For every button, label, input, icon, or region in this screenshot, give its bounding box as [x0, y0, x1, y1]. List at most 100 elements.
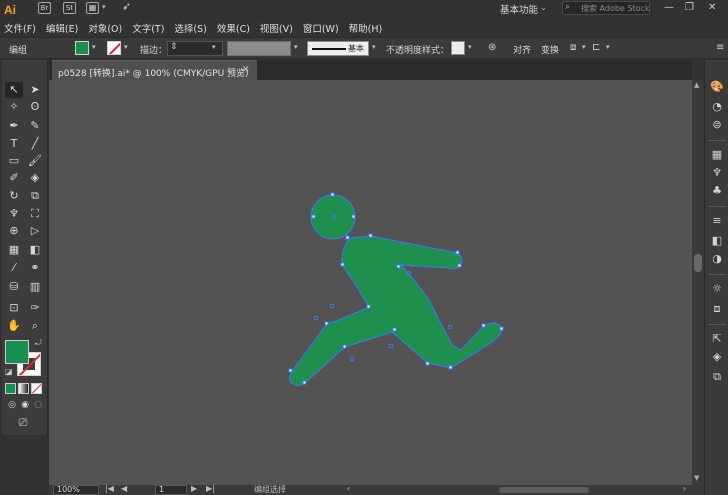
menu-select[interactable]: 选择(S) [174, 21, 206, 35]
menu-window[interactable]: 窗口(W) [303, 21, 339, 35]
vertical-scroll-thumb[interactable] [694, 254, 702, 272]
rotate-tool-icon[interactable]: ↻ [5, 188, 23, 204]
menu-edit[interactable]: 编辑(E) [46, 21, 78, 35]
curvature-tool-icon[interactable]: ✎ [26, 118, 44, 134]
gradient-tool-icon[interactable]: ◧ [26, 242, 44, 258]
fill-color-swatch[interactable] [75, 41, 89, 55]
brush-caret-icon[interactable]: ▾ [372, 43, 376, 51]
arrange-caret-icon[interactable]: ▾ [102, 3, 106, 11]
slice-tool-icon[interactable]: ✑ [26, 300, 44, 316]
scale-tool-icon[interactable]: ⧉ [26, 188, 44, 204]
toolbar-fill-swatch[interactable] [5, 340, 29, 364]
eyedropper-tool-icon[interactable]: ⁄ [5, 260, 23, 276]
gradient-panel-icon[interactable]: ◧ [710, 234, 724, 248]
recolor-artwork-icon[interactable]: ⊛ [488, 42, 496, 53]
pen-tool-icon[interactable]: ✒ [5, 118, 23, 134]
transparency-panel-icon[interactable]: ◑ [710, 252, 724, 266]
line-tool-icon[interactable]: ╱ [26, 136, 44, 152]
rectangle-tool-icon[interactable]: ▭ [5, 153, 23, 169]
warp-tool-icon[interactable]: ♆ [5, 206, 23, 222]
minimize-button[interactable]: — [664, 2, 674, 13]
first-artboard-button[interactable]: |◀ [105, 484, 114, 493]
shaper-tool-icon[interactable]: ✐ [5, 170, 23, 186]
stock-search-input[interactable]: ⌕ 搜索 Adobe Stock [562, 1, 650, 15]
none-mode-icon[interactable] [31, 383, 42, 394]
document-tab[interactable]: p0528 [转换].ai* @ 100% (CMYK/GPU 预览) ✕ [52, 60, 257, 80]
running-figure-artwork[interactable] [49, 80, 692, 485]
profile-caret-icon[interactable]: ▾ [294, 43, 298, 51]
stroke-caret-icon[interactable]: ▾ [124, 43, 128, 51]
arrange-icon[interactable]: ⊏ [592, 42, 600, 53]
scroll-down-icon[interactable]: ▼ [694, 474, 699, 482]
paintbrush-tool-icon[interactable]: 🖌 [26, 153, 44, 169]
export-panel-icon[interactable]: ⇱ [710, 332, 724, 346]
menu-help[interactable]: 帮助(H) [349, 21, 383, 35]
arrange-documents-icon[interactable]: ▦ [86, 2, 99, 14]
restore-button[interactable]: ❐ [685, 2, 694, 13]
variable-width-profile[interactable] [227, 41, 291, 56]
isolate-caret-icon[interactable]: ▾ [582, 43, 586, 51]
brush-definition[interactable]: 基本 [307, 41, 369, 56]
graphic-style-swatch[interactable] [451, 41, 465, 55]
chevron-down-icon[interactable]: ⌄ [540, 3, 547, 12]
vertical-scrollbar[interactable]: ▲ ▼ [692, 80, 704, 485]
symbol-sprayer-tool-icon[interactable]: ⛁ [5, 279, 23, 295]
style-caret-icon[interactable]: ▾ [468, 43, 472, 51]
close-icon[interactable]: ✕ [242, 65, 250, 75]
next-artboard-button[interactable]: ▶ [191, 484, 197, 493]
stroke-label[interactable]: 描边： [140, 43, 167, 56]
menu-file[interactable]: 文件(F) [4, 21, 36, 35]
layers-panel-icon[interactable]: ◈ [710, 350, 724, 364]
color-panel-icon[interactable]: 🎨 [710, 80, 724, 94]
magic-wand-tool-icon[interactable]: ✧ [5, 99, 23, 115]
zoom-level-input[interactable]: 100% [53, 485, 99, 495]
color-guide-icon[interactable]: ◔ [710, 100, 724, 114]
stroke-color-swatch[interactable] [107, 41, 121, 55]
artboard-tool-icon[interactable]: ⊡ [5, 300, 23, 316]
draw-inside-icon[interactable]: ○ [29, 397, 47, 413]
previous-artboard-button[interactable]: ◀ [121, 484, 127, 493]
direct-selection-tool-icon[interactable]: ➤ [26, 82, 44, 98]
opacity-label[interactable]: 不透明度 [386, 43, 422, 56]
selection-tool-icon[interactable]: ↖ [5, 82, 23, 98]
menu-type[interactable]: 文字(T) [132, 21, 164, 35]
mesh-tool-icon[interactable]: ▦ [5, 242, 23, 258]
scroll-up-icon[interactable]: ▲ [694, 81, 699, 89]
scroll-right-icon[interactable]: › [683, 484, 686, 493]
type-tool-icon[interactable]: T [5, 136, 23, 152]
transform-button[interactable]: 变换 [541, 43, 559, 56]
eraser-tool-icon[interactable]: ◈ [26, 170, 44, 186]
artboards-panel-icon[interactable]: ⧉ [710, 370, 724, 384]
lasso-tool-icon[interactable]: ʘ [26, 99, 44, 115]
zoom-tool-icon[interactable]: ⌕ [26, 318, 44, 334]
hand-tool-icon[interactable]: ✋ [5, 318, 23, 334]
stepper-icon[interactable]: ⇕ [170, 42, 178, 52]
shape-builder-tool-icon[interactable]: ⊕ [5, 223, 23, 239]
cc-libraries-icon[interactable]: ⊜ [710, 118, 724, 132]
fill-caret-icon[interactable]: ▾ [92, 43, 96, 51]
align-button[interactable]: 对齐 [513, 43, 531, 56]
artboard-number-input[interactable]: 1 [155, 485, 187, 495]
gpu-performance-icon[interactable]: ➶ [120, 1, 133, 14]
menu-object[interactable]: 对象(O) [88, 21, 122, 35]
stroke-panel-icon[interactable]: ≡ [710, 214, 724, 228]
close-window-button[interactable]: ✕ [708, 2, 716, 13]
blend-tool-icon[interactable]: ⚭ [26, 260, 44, 276]
workspace-switcher[interactable]: 基本功能 [500, 2, 538, 16]
screen-mode-icon[interactable]: ⎚ [14, 415, 32, 431]
panel-menu-icon[interactable]: ≡ [716, 42, 724, 53]
default-fill-stroke-icon[interactable]: ◪ [5, 367, 13, 376]
appearance-panel-icon[interactable]: ☼ [710, 282, 724, 296]
bridge-icon[interactable]: Br [38, 2, 51, 14]
column-graph-tool-icon[interactable]: ▥ [26, 279, 44, 295]
last-artboard-button[interactable]: ▶| [206, 484, 215, 493]
free-transform-tool-icon[interactable]: ⛶ [26, 206, 44, 222]
gradient-mode-icon[interactable] [18, 383, 29, 394]
arrange-caret-icon[interactable]: ▾ [606, 43, 610, 51]
perspective-grid-tool-icon[interactable]: ▷ [26, 223, 44, 239]
graphic-styles-icon[interactable]: ⧈ [710, 302, 724, 316]
menu-view[interactable]: 视图(V) [260, 21, 293, 35]
symbols-panel-icon[interactable]: ♣ [710, 184, 724, 198]
isolate-group-icon[interactable]: ⧈ [570, 42, 576, 53]
scroll-left-icon[interactable]: ‹ [347, 484, 350, 493]
